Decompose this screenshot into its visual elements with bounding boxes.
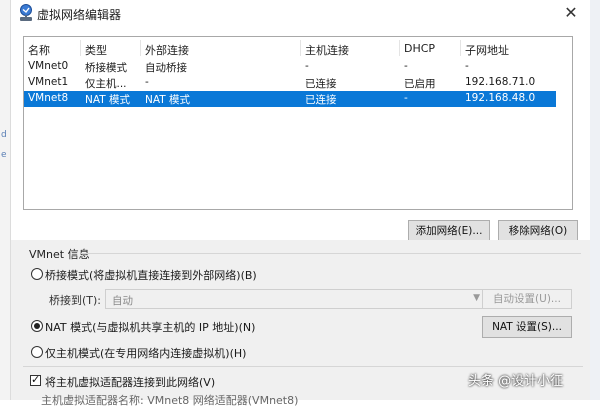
host-only-mode-radio[interactable] (31, 346, 43, 358)
cell-type: NAT 模式 (85, 94, 130, 106)
column-header-type[interactable]: 类型 (85, 42, 107, 58)
chevron-down-icon: ▼ (473, 293, 480, 303)
bridge-to-select[interactable]: 自动 ▼ (105, 289, 485, 309)
section-divider (23, 366, 583, 367)
nat-mode-label[interactable]: NAT 模式(与虚拟机共享主机的 IP 地址)(N) (45, 319, 255, 335)
table-row[interactable]: VMnet0 桥接模式 自动桥接 - - - (24, 59, 572, 75)
connect-adapter-label[interactable]: 将主机虚拟适配器连接到此网络(V) (45, 374, 215, 390)
cell-host: - (305, 60, 309, 72)
cell-external: 自动桥接 (145, 62, 187, 74)
cell-subnet: 192.168.71.0 (465, 76, 536, 88)
cell-type: 桥接模式 (85, 62, 127, 74)
watermark-text: 头条 @设计小征 (468, 374, 564, 389)
column-header-host[interactable]: 主机连接 (305, 42, 349, 58)
column-header-external[interactable]: 外部连接 (145, 42, 189, 58)
vmnet-info-group-label: VMnet 信息 (29, 248, 90, 261)
bridge-mode-radio[interactable] (31, 268, 43, 280)
network-list-header: 名称 类型 外部连接 主机连接 DHCP 子网地址 (24, 37, 572, 59)
column-header-subnet[interactable]: 子网地址 (465, 42, 509, 58)
cell-dhcp: - (404, 92, 408, 104)
host-only-mode-label[interactable]: 仅主机模式(在专用网络内连接虚拟机)(H) (45, 345, 246, 361)
table-row-selected[interactable]: VMnet8 NAT 模式 NAT 模式 已连接 - 192.168.48.0 (24, 91, 556, 107)
cell-name: VMnet8 (28, 92, 69, 104)
column-separator[interactable] (140, 40, 141, 56)
cell-dhcp: - (404, 60, 408, 72)
bridge-to-label: 桥接到(T): (49, 294, 102, 307)
cell-name: VMnet1 (28, 76, 69, 88)
cell-type: 仅主机... (85, 78, 127, 90)
window-title: 虚拟网络编辑器 (37, 8, 122, 22)
column-separator[interactable] (300, 40, 301, 56)
column-separator[interactable] (80, 40, 81, 56)
group-divider (81, 253, 581, 254)
bridge-mode-label[interactable]: 桥接模式(将虚拟机直接连接到外部网络)(B) (45, 267, 257, 283)
column-header-dhcp[interactable]: DHCP (404, 42, 435, 55)
cell-external: NAT 模式 (145, 94, 190, 106)
cell-subnet: 192.168.48.0 (465, 92, 536, 104)
cell-name: VMnet0 (28, 60, 69, 72)
background-text: d (1, 130, 7, 140)
remove-network-button[interactable]: 移除网络(O) (498, 220, 578, 242)
connect-adapter-checkbox[interactable] (30, 373, 41, 386)
cell-external: - (145, 76, 149, 88)
background-window-edge: d e (0, 0, 11, 400)
network-list[interactable]: 名称 类型 外部连接 主机连接 DHCP 子网地址 VMnet0 桥接模式 自动… (23, 36, 573, 210)
add-network-button[interactable]: 添加网络(E)... (408, 220, 490, 242)
cell-host: 已连接 (305, 94, 337, 106)
network-editor-app-icon (20, 4, 32, 21)
auto-settings-button[interactable]: 自动设置(U)... (482, 289, 572, 309)
nat-mode-radio[interactable] (31, 320, 43, 332)
background-window-edge-right (589, 0, 600, 400)
bridge-to-value: 自动 (112, 295, 133, 307)
column-separator[interactable] (460, 40, 461, 56)
background-text: e (1, 150, 7, 160)
cell-subnet: - (465, 60, 469, 72)
table-row[interactable]: VMnet1 仅主机... - 已连接 已启用 192.168.71.0 (24, 75, 572, 91)
column-header-name[interactable]: 名称 (28, 42, 50, 58)
column-separator[interactable] (399, 40, 400, 56)
virtual-network-editor-window: 虚拟网络编辑器 ✕ 名称 类型 外部连接 主机连接 DHCP 子网地址 VMne… (11, 0, 590, 407)
adapter-name-text: 主机虚拟适配器名称: VMnet8 网络适配器(VMnet8) (41, 394, 299, 407)
title-bar: 虚拟网络编辑器 ✕ (11, 0, 590, 26)
cell-dhcp: 已启用 (404, 78, 436, 90)
cell-host: 已连接 (305, 78, 337, 90)
close-button[interactable]: ✕ (560, 2, 582, 24)
nat-settings-button[interactable]: NAT 设置(S)... (482, 316, 572, 338)
